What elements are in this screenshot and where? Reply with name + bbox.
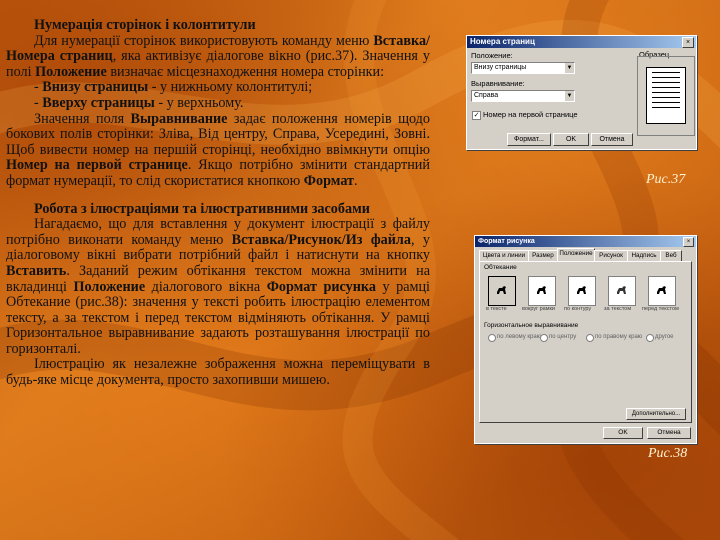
figure-37-caption: Рис.37 [646,172,686,187]
cancel-button: Отмена [647,427,691,439]
tab-picture: Рисунок [594,250,628,261]
wrap-square-option [528,276,556,306]
dropdown-arrow-icon: ▼ [565,63,574,73]
paragraph-insert-picture: Нагадаємо, що для вставлення у документ … [6,216,430,357]
wrap-option-label: перед текстом [642,306,679,312]
tab-position: Положение [557,248,595,262]
list-item-bottom-of-page: - Внизу страницы - у нижньому колонтитул… [34,79,313,96]
halign-radio [646,334,654,342]
halign-option-label: по правому краю [595,334,643,340]
page-numbers-dialog-screenshot: Номера страниц × Положение: Внизу страни… [466,35,697,150]
halign-radio [488,334,496,342]
wrap-option-label: по контуру [564,306,592,312]
halign-radio [540,334,548,342]
dog-icon [617,286,626,294]
picture-format-dialog-screenshot: Формат рисунка × Цвета и линии Размер По… [474,235,697,444]
paragraph-page-numbering-intro: Для нумерації сторінок використовують ко… [6,32,430,80]
sample-page-icon [646,67,686,124]
wrap-front-option [648,276,676,306]
paragraph-move-picture: Ілюстрацію як незалежне зображення можна… [6,356,430,389]
dropdown-arrow-icon: ▼ [565,91,574,101]
first-page-checkbox: ✓ [472,111,481,120]
wrap-label: Обтекание [484,264,517,271]
list-item-top-of-page: - Вверху страницы - у верхньому. [34,94,244,111]
main-text-column: Нумерація сторінок і колонтитули Для нум… [6,17,430,389]
tab-web: Веб [660,250,682,261]
format-button: Формат... [507,133,551,146]
section-heading-illustrations: Робота з ілюстраціями та ілюстративними … [34,200,370,217]
cancel-button: Отмена [591,133,633,146]
wrap-option-label: за текстом [604,306,632,312]
wrap-inline-option [488,276,516,306]
halign-radio [586,334,594,342]
position-label: Положение: [471,51,513,60]
section-heading-page-numbering: Нумерація сторінок і колонтитули [34,17,256,33]
advanced-button: Дополнительно... [626,408,686,420]
position-tab-panel: Обтекание в тексте вокруг рамки по конту… [479,261,692,423]
tab-colors-lines: Цвета и линии [479,250,529,261]
tab-textbox: Надпись [627,250,661,261]
wrap-behind-option [608,276,636,306]
alignment-label: Выравнивание: [471,79,525,88]
close-icon: × [682,37,694,48]
dog-icon [577,286,586,294]
wrap-option-label: вокруг рамки [522,306,555,312]
wrap-option-label: в тексте [486,306,507,312]
halign-option-label: по центру [549,334,577,340]
horizontal-alignment-label: Горизонтальное выравнивание [484,322,579,329]
ok-button: OK [603,427,643,439]
dog-icon [497,286,506,294]
wrap-tight-option [568,276,596,306]
alignment-combo: Справа ▼ [471,90,575,102]
dog-icon [657,286,666,294]
figure-38-caption: Рис.38 [648,446,688,461]
paragraph-alignment: Значення поля Выравнивание задає положен… [6,110,430,189]
first-page-label: Номер на первой странице [483,110,578,119]
halign-option-label: другое [655,334,674,340]
dialog-title: Формат рисунка [475,236,696,247]
halign-option-label: по левому краю [497,334,542,340]
dog-icon [537,286,546,294]
ok-button: OK [553,133,589,146]
dialog-title: Номера страниц [467,36,696,48]
tab-size: Размер [528,250,558,261]
sample-preview [637,56,695,136]
close-icon: × [683,237,694,247]
position-combo: Внизу страницы ▼ [471,62,575,74]
